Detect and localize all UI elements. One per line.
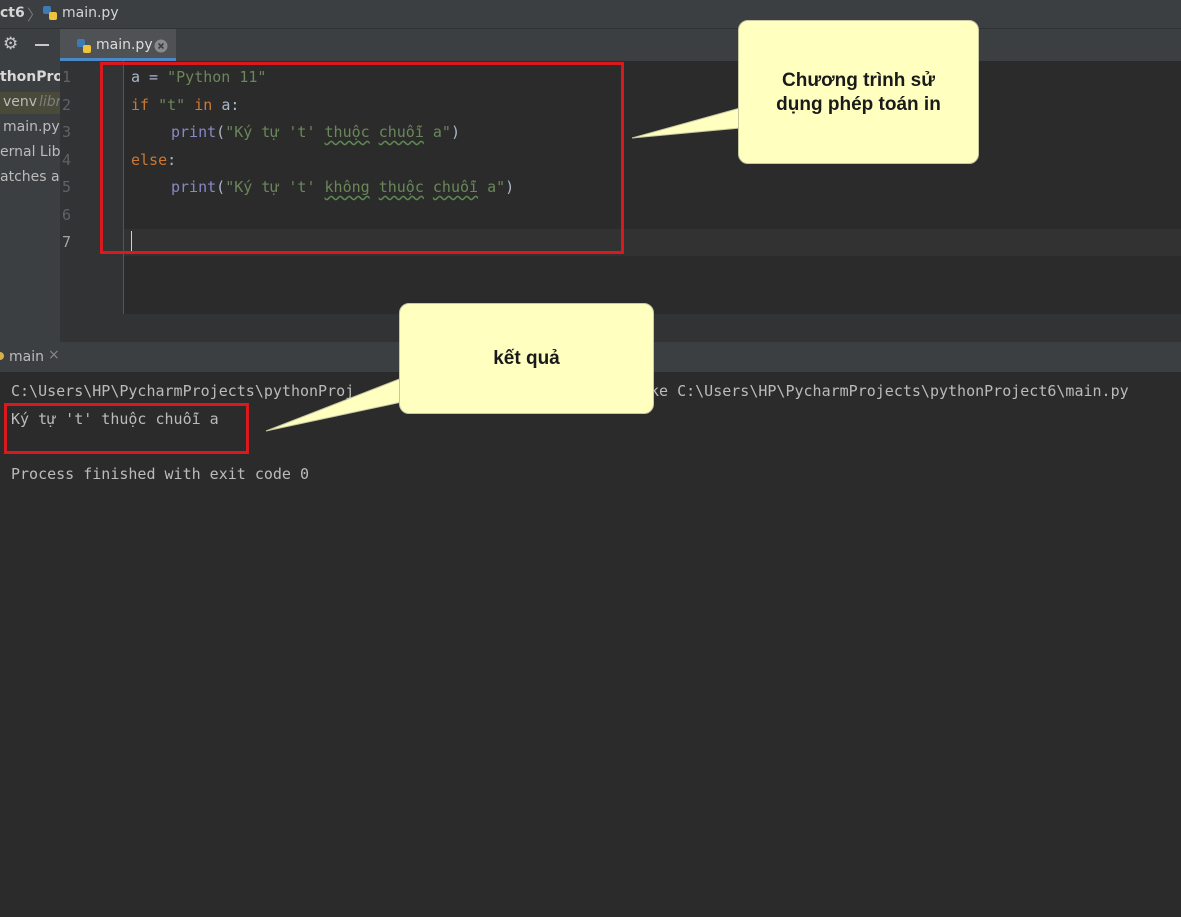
callout-result-note: kết quả bbox=[399, 303, 654, 414]
callout-line-1: Chương trình sử bbox=[782, 70, 935, 91]
callout-program-note: Chương trình sử dụng phép toán in bbox=[738, 20, 979, 164]
callout-pointer-top bbox=[631, 107, 741, 139]
callout-result-label: kết quả bbox=[493, 348, 560, 369]
callout-line-2: dụng phép toán in bbox=[776, 94, 941, 115]
callout-pointers bbox=[265, 107, 741, 432]
callout-pointer-bottom bbox=[265, 377, 403, 432]
